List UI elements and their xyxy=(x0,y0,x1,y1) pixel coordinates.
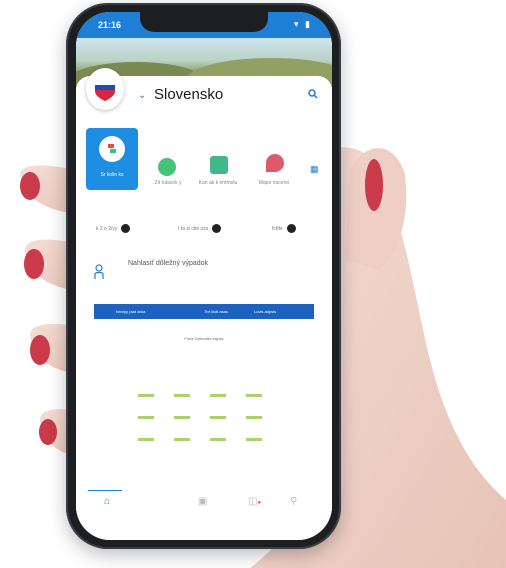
tile-icon xyxy=(99,136,125,162)
active-tab-indicator xyxy=(88,490,122,491)
grid-menu-icon[interactable]: ▦ xyxy=(310,164,319,175)
shortcut-label-4: Mape iracerei xyxy=(258,180,290,186)
chevron-down-icon[interactable]: ⌄ xyxy=(138,90,146,101)
tab-2[interactable]: t ta zi ctie ozs xyxy=(178,224,222,233)
embedded-page-header: Nnviyy (aat olsia Tivt iliotl asas Luvis… xyxy=(94,304,314,319)
filter-tabs: k 2 o 2/yy t ta zi ctie ozs fcfde xyxy=(76,224,332,238)
status-icons: ▾ ▮ xyxy=(294,19,312,29)
status-time: 21:16 xyxy=(98,20,122,30)
shortcut-tile-active[interactable]: Sr kolin ks xyxy=(86,128,138,190)
profile-icon[interactable]: ⚲ xyxy=(290,496,297,507)
phone-screen: 21:16 ▾ ▮ ⌄ Slovensko Sr kolin ks Zit ru… xyxy=(76,12,332,540)
embedded-grid xyxy=(138,394,278,464)
calendar-icon[interactable]: ▣ xyxy=(198,496,207,507)
search-icon[interactable] xyxy=(308,89,318,99)
shortcut-label-2: Zit rulacek y xyxy=(154,180,182,186)
shortcut-icon-2[interactable] xyxy=(158,158,176,176)
shortcut-label-3: Kan ak k entmolu xyxy=(198,180,238,186)
notifications-icon[interactable]: ◫● xyxy=(248,496,261,507)
country-selector[interactable]: Slovensko xyxy=(154,86,223,103)
tab-1[interactable]: k 2 o 2/yy xyxy=(96,224,131,233)
shortcut-icon-3[interactable] xyxy=(210,156,228,174)
tile-label: Sr kolin ks xyxy=(100,172,124,178)
embedded-page-title: Fone Ohmodto exjoxs xyxy=(184,336,224,341)
embedded-nav-3: Luvis adpsts xyxy=(254,309,277,314)
person-icon xyxy=(94,264,104,279)
shortcut-icon-4[interactable] xyxy=(266,154,284,172)
home-icon[interactable]: ⌂ xyxy=(104,496,110,507)
bottom-navigation: ⌂ ▣ ◫● ⚲ xyxy=(76,490,332,540)
header-card: ⌄ Slovensko xyxy=(76,68,332,120)
embedded-nav-1: Nnviyy (aat olsia xyxy=(116,309,146,314)
embedded-nav-2: Tivt iliotl asas xyxy=(204,309,228,314)
shortcut-row: Sr kolin ks Zit rulacek y Kan ak k entmo… xyxy=(76,128,332,194)
coat-of-arms-icon xyxy=(86,68,124,110)
notch xyxy=(140,12,268,32)
report-label: Nahlasiť dôležný výpadok xyxy=(128,260,209,267)
tab-3[interactable]: fcfde xyxy=(272,224,296,233)
